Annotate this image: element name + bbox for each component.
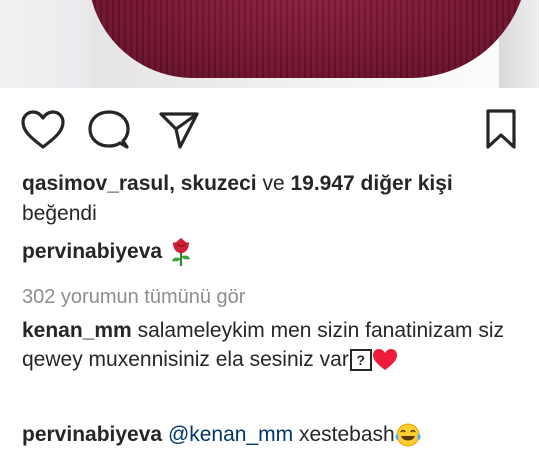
likes-summary[interactable]: qasimov_rasul, skuzeci ve 19.947 diğer k… xyxy=(22,169,522,229)
likes-count[interactable]: 19.947 diğer kişi xyxy=(290,172,452,195)
photo-sweater xyxy=(88,0,528,78)
comment-username[interactable]: kenan_mm xyxy=(22,319,132,342)
post-photo[interactable] xyxy=(0,0,539,88)
comment-reply: pervinabiyeva @kenan_mm xestebash xyxy=(22,420,421,450)
post-caption: pervinabiyeva xyxy=(22,237,194,267)
comment-icon[interactable] xyxy=(88,109,130,151)
red-heart-emoji xyxy=(372,349,397,371)
question-box-emoji: ? xyxy=(349,349,372,372)
post-action-bar xyxy=(0,106,539,152)
bookmark-icon[interactable] xyxy=(484,108,518,150)
caption-username[interactable]: pervinabiyeva xyxy=(22,240,162,263)
view-all-comments-link[interactable]: 302 yorumun tümünü gör xyxy=(22,282,245,312)
heart-icon[interactable] xyxy=(20,110,66,150)
likers-names[interactable]: qasimov_rasul, skuzeci xyxy=(22,172,257,195)
tears-of-joy-emoji xyxy=(395,423,421,447)
next-comment-cutoff xyxy=(22,454,272,463)
comment-mention[interactable]: @kenan_mm xyxy=(168,423,293,446)
comment: kenan_mm salameleykim men sizin fanatini… xyxy=(22,316,522,374)
comment-username[interactable]: pervinabiyeva xyxy=(22,423,162,446)
likes-suffix: beğendi xyxy=(22,202,97,225)
comment-text: xestebash xyxy=(298,423,395,446)
rose-emoji xyxy=(171,238,190,267)
send-icon[interactable] xyxy=(158,110,200,150)
likes-connector: ve xyxy=(256,172,291,195)
